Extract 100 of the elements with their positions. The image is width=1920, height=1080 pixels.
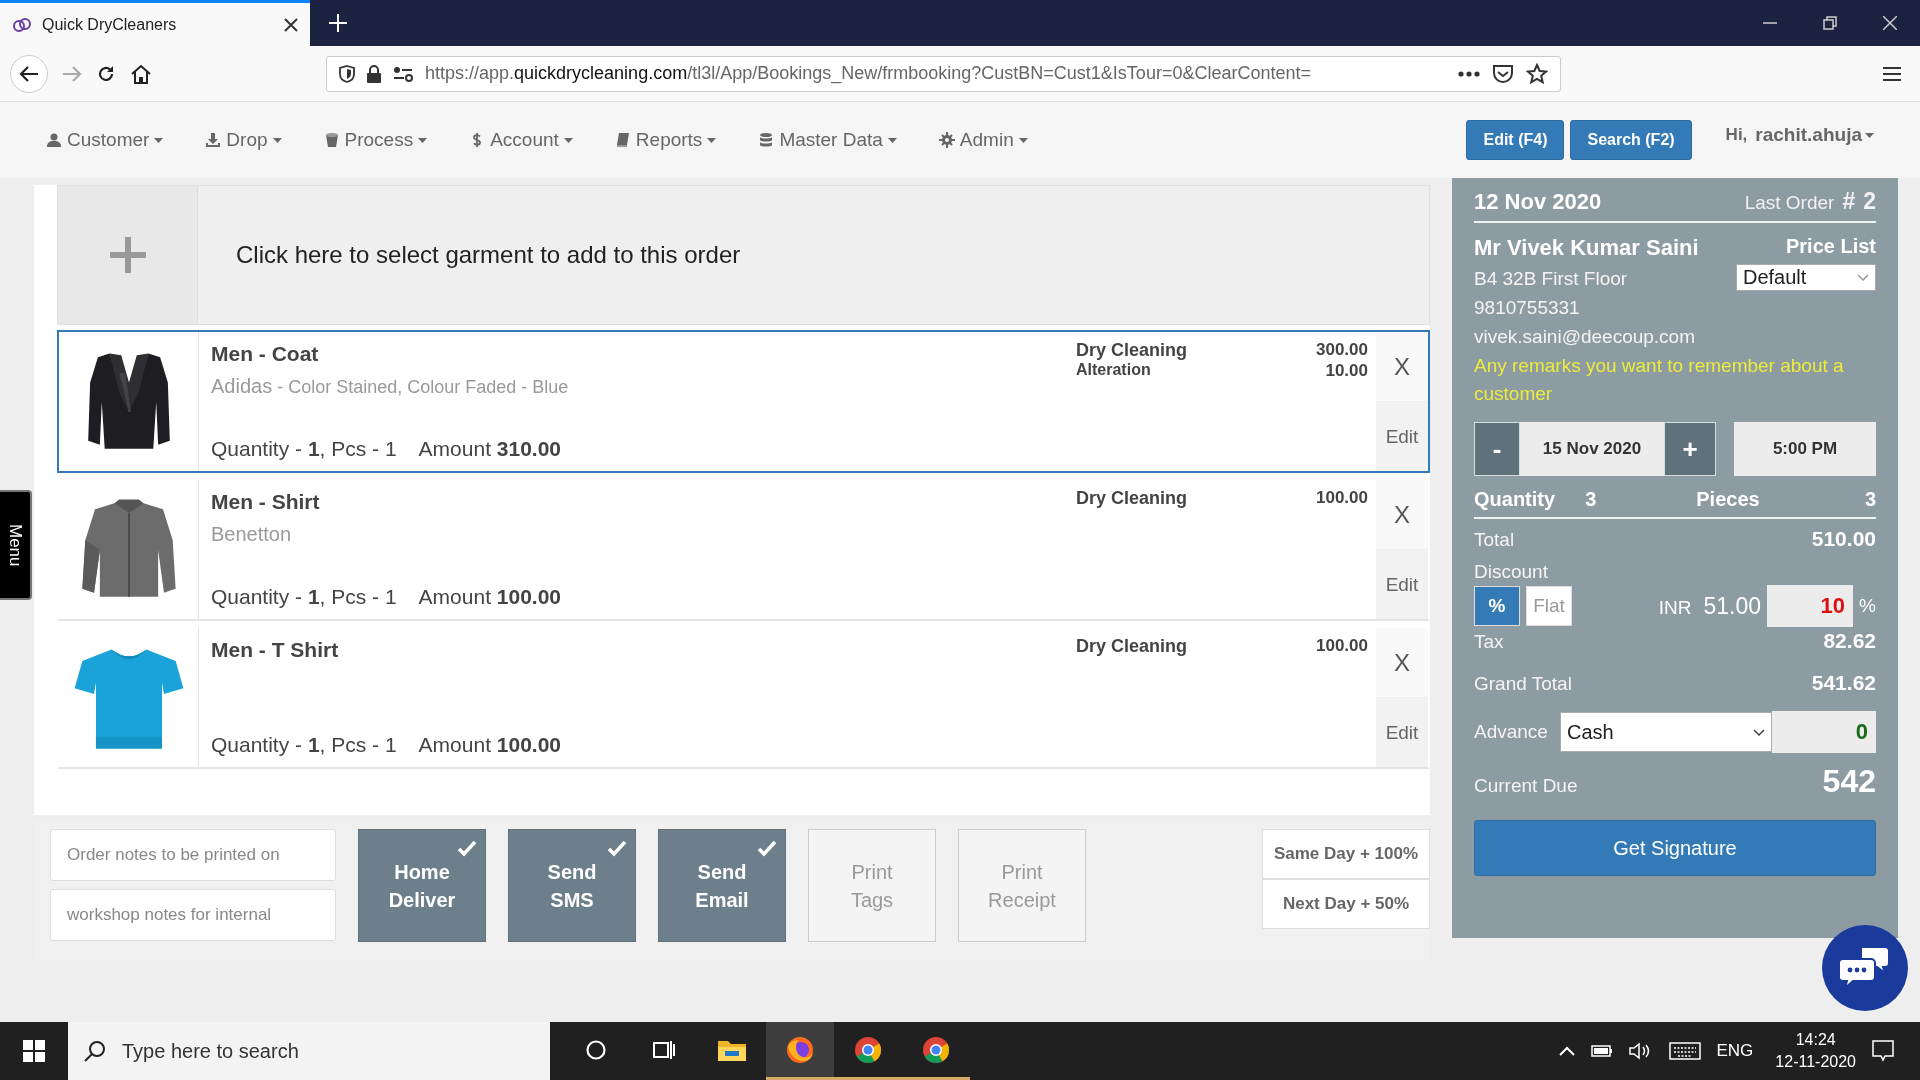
battery-icon[interactable] — [1590, 1045, 1613, 1057]
service-price: 300.00 — [1316, 340, 1368, 361]
customer-phone: 9810755331 — [1474, 297, 1581, 319]
toggle-button[interactable]: Send SMS — [508, 829, 636, 942]
caret-icon — [563, 137, 573, 143]
previous-day-button[interactable]: - — [1474, 422, 1520, 476]
amount-text: Amount 310.00 — [418, 437, 562, 461]
order-item[interactable]: Men - Coat Adidas - Color Stained, Colour Faded - Blue Quantity - 1, Pcs - 1 Amount 310.00 Dry Cleaning 300.00 Alteration 10.00 X Edit — [57, 330, 1430, 473]
order-date: 12 Nov 2020 — [1474, 189, 1602, 215]
search-icon — [84, 1040, 106, 1062]
customer-email: vivek.saini@deecoup.com — [1474, 326, 1696, 348]
notes-field[interactable]: workshop notes for internal — [50, 889, 336, 941]
firefox-icon[interactable] — [785, 1034, 815, 1065]
plus-icon — [109, 237, 146, 273]
discount-mode-button[interactable]: % — [1474, 586, 1520, 626]
toggle-button[interactable]: Send Email — [658, 829, 786, 942]
chevron-up-icon[interactable] — [1558, 1046, 1575, 1056]
garment-name: Men - Coat — [211, 342, 320, 366]
discount-mode-button[interactable]: Flat — [1526, 586, 1572, 626]
edit-button[interactable]: Edit (F4) — [1466, 120, 1565, 160]
remove-button[interactable]: X — [1376, 480, 1428, 550]
hash-symbol: # — [1842, 188, 1856, 215]
nav-menu[interactable]: Account — [469, 129, 573, 151]
advance-field[interactable]: 0 — [1772, 711, 1876, 753]
next-day-button[interactable]: + — [1664, 422, 1716, 476]
clock-date[interactable]: 12-11-2020 — [1775, 1051, 1856, 1073]
new-tab-icon[interactable] — [329, 14, 347, 32]
notes-field[interactable]: Order notes to be printed on — [50, 829, 336, 881]
get-signature-button[interactable]: Get Signature — [1474, 820, 1876, 876]
cortana-icon[interactable] — [585, 1038, 607, 1061]
chevron-icon — [1857, 274, 1869, 281]
back-button[interactable] — [10, 54, 48, 93]
taskbar-search-field[interactable]: Type here to search — [68, 1022, 550, 1080]
service-name: Dry Cleaning — [1076, 488, 1189, 509]
advance-label: Advance — [1474, 721, 1548, 743]
price-list-dropdown[interactable]: Default — [1736, 264, 1876, 291]
quantity-text: Quantity - 1, Pcs - 1 — [211, 585, 397, 609]
browser-tab[interactable]: Quick DryCleaners — [0, 0, 310, 46]
nav-menu[interactable]: Process — [323, 129, 428, 151]
address-bar[interactable]: https://app.quickdrycleaning.com/tl3l/App/Bookings_New/frmbooking?CustBN=Cust1&IsTour=0&ClearContent= — [326, 55, 1561, 92]
check-icon — [457, 840, 477, 857]
nav-menu[interactable]: Master Data — [758, 129, 897, 151]
service-name: Alteration — [1076, 361, 1152, 380]
order-item[interactable]: Men - Shirt Benetton Quantity - 1, Pcs - 1 Amount 100.00 Dry Cleaning 100.00 X Edit — [57, 478, 1430, 621]
discount-field[interactable]: 10 — [1767, 585, 1854, 627]
chrome-icon[interactable] — [921, 1034, 951, 1065]
total-value: 510.00 — [1811, 527, 1876, 551]
menu-icon[interactable] — [1882, 64, 1902, 83]
chrome-icon[interactable] — [853, 1034, 883, 1065]
amount-text: Amount 100.00 — [418, 585, 562, 609]
user-icon — [46, 132, 62, 148]
language-indicator[interactable]: ENG — [1716, 1041, 1754, 1061]
greeting-text: Hi, — [1725, 125, 1748, 145]
restore-icon[interactable] — [1823, 16, 1837, 30]
last-order-label: Last Order — [1744, 192, 1835, 214]
delivery-time[interactable]: 5:00 PM — [1734, 422, 1876, 476]
permissions-icon — [393, 65, 413, 82]
windows-start-icon[interactable] — [23, 1040, 45, 1062]
service-price: 10.00 — [1324, 361, 1368, 381]
currency-label: INR — [1658, 596, 1692, 619]
nav-menu[interactable]: Drop — [205, 129, 282, 151]
keyboard-icon[interactable] — [1668, 1042, 1701, 1060]
menu-tab[interactable]: Menu — [0, 490, 32, 600]
close-icon[interactable] — [284, 17, 298, 32]
nav-menu[interactable]: Admin — [938, 129, 1028, 151]
edit-button[interactable]: Edit — [1376, 550, 1428, 619]
grand-total-label: Grand Total — [1474, 673, 1572, 695]
edit-button[interactable]: Edit — [1376, 698, 1428, 767]
grand-total-value: 541.62 — [1811, 671, 1876, 695]
current-due-label: Current Due — [1474, 775, 1578, 797]
pocket-icon[interactable] — [1492, 63, 1514, 84]
remove-button[interactable]: X — [1376, 332, 1428, 402]
last-order-number: 2 — [1863, 188, 1876, 215]
customer-name: Mr Vivek Kumar Saini — [1474, 235, 1699, 261]
express-option[interactable]: Next Day + 50% — [1262, 879, 1430, 929]
garment-name: Men - Shirt — [211, 490, 321, 514]
express-option[interactable]: Same Day + 100% — [1262, 829, 1430, 879]
order-item[interactable]: Men - T Shirt Quantity - 1, Pcs - 1 Amount 100.00 Dry Cleaning 100.00 X Edit — [57, 626, 1430, 769]
add-garment-row[interactable]: Click here to select garment to add to this order — [57, 185, 1430, 325]
nav-menu[interactable]: Reports — [614, 129, 717, 151]
edit-button[interactable]: Edit — [1376, 402, 1428, 471]
more-icon[interactable] — [1458, 70, 1480, 77]
customer-address: B4 32B First Floor — [1474, 268, 1629, 290]
notification-icon[interactable] — [1872, 1040, 1894, 1062]
toggle-button[interactable]: Home Deliver — [358, 829, 486, 942]
task-view-icon[interactable] — [652, 1038, 676, 1061]
home-icon[interactable] — [130, 63, 152, 84]
payment-method-dropdown[interactable]: Cash — [1559, 712, 1772, 752]
delivery-date[interactable]: 15 Nov 2020 — [1520, 422, 1664, 476]
discount-label: Discount — [1474, 561, 1549, 583]
quantity-text: Quantity - 1, Pcs - 1 — [211, 733, 397, 757]
settings-icon — [938, 132, 955, 148]
remove-button[interactable]: X — [1376, 628, 1428, 698]
star-icon[interactable] — [1526, 62, 1548, 85]
caret-icon — [272, 137, 282, 143]
clock-time[interactable]: 14:24 — [1795, 1029, 1836, 1051]
caret-icon — [1018, 137, 1028, 143]
nav-menu[interactable]: Customer — [46, 129, 164, 151]
user-menu[interactable]: rachit.ahuja — [1755, 124, 1874, 146]
search-button[interactable]: Search (F2) — [1570, 120, 1692, 160]
